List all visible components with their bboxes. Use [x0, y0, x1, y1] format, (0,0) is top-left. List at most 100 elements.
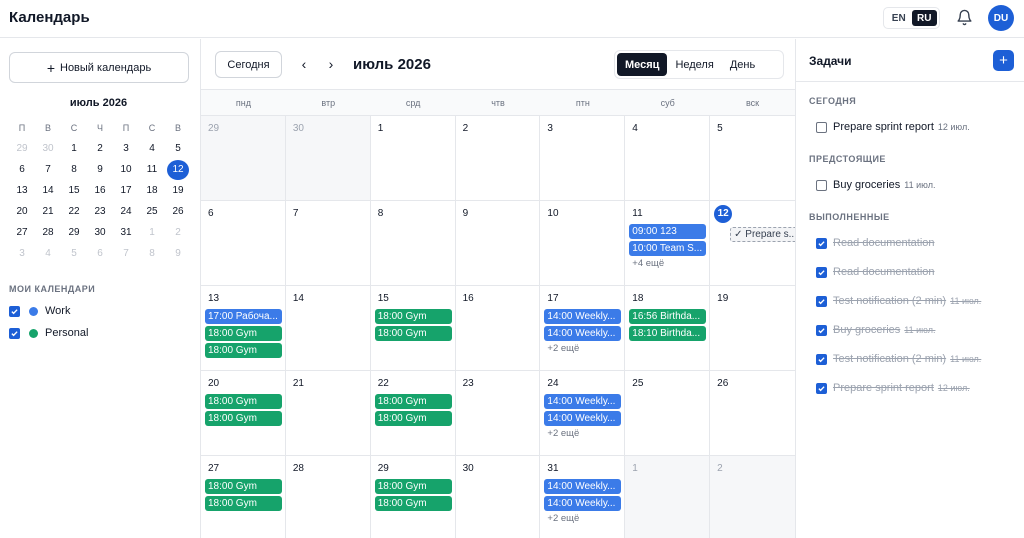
- checkbox-icon[interactable]: [816, 179, 827, 191]
- day-cell[interactable]: 12 ✓ Prepare s...: [710, 201, 795, 286]
- checkbox-checked-icon[interactable]: [816, 295, 827, 307]
- day-cell[interactable]: 28: [286, 456, 371, 538]
- mini-calendar-day[interactable]: 6: [9, 159, 35, 180]
- mini-calendar-day[interactable]: 2: [165, 222, 191, 243]
- day-cell[interactable]: 3: [540, 116, 626, 201]
- view-day-button[interactable]: День: [722, 53, 763, 76]
- more-events-link[interactable]: +2 ещё: [544, 343, 621, 354]
- mini-calendar-day[interactable]: 12: [165, 159, 191, 180]
- task-item[interactable]: Buy groceries 11 июл.: [816, 179, 935, 191]
- task-item[interactable]: Test notification (2 min) 11 июл.: [816, 353, 981, 365]
- mini-calendar-day[interactable]: 22: [61, 201, 87, 222]
- checkbox-checked-icon[interactable]: [9, 305, 20, 317]
- day-cell[interactable]: 31 14:00 Weekly... 14:00 Weekly... +2 ещё: [540, 456, 626, 538]
- day-cell[interactable]: 2: [455, 116, 541, 201]
- day-cell[interactable]: 21: [285, 371, 371, 456]
- day-cell[interactable]: 9: [455, 201, 541, 286]
- event-chip[interactable]: 18:00 Gym: [374, 326, 452, 341]
- mini-calendar-day[interactable]: 24: [113, 201, 139, 222]
- day-cell[interactable]: 29 18:00 Gym 18:00 Gym: [371, 456, 456, 538]
- day-cell[interactable]: 10: [540, 201, 626, 286]
- event-chip[interactable]: 18:00 Gym: [205, 479, 282, 494]
- chevron-right-icon[interactable]: ›: [323, 54, 339, 74]
- day-cell[interactable]: 29: [201, 116, 286, 201]
- event-chip[interactable]: 18:00 Gym: [205, 326, 282, 341]
- task-item[interactable]: Prepare sprint report 12 июл.: [816, 121, 970, 133]
- day-cell[interactable]: 4: [625, 116, 711, 201]
- mini-calendar-day[interactable]: 7: [113, 243, 139, 264]
- event-chip[interactable]: 10:00 Team S...: [629, 241, 707, 256]
- mini-calendar-day[interactable]: 18: [139, 180, 165, 201]
- task-item[interactable]: Prepare sprint report 12 июл.: [816, 382, 970, 394]
- day-cell[interactable]: 18 16:56 Birthda... 18:10 Birthda...: [625, 286, 711, 371]
- mini-calendar-day[interactable]: 8: [139, 243, 165, 264]
- day-cell[interactable]: 30: [456, 456, 541, 538]
- day-cell[interactable]: 16: [455, 286, 541, 371]
- checkbox-checked-icon[interactable]: [816, 324, 827, 336]
- mini-calendar-day[interactable]: 29: [9, 138, 35, 159]
- lang-ru-button[interactable]: RU: [911, 10, 937, 26]
- today-button[interactable]: Сегодня: [215, 51, 282, 78]
- task-item[interactable]: Read documentation: [816, 237, 935, 249]
- mini-calendar-day[interactable]: 13: [9, 180, 35, 201]
- mini-calendar-day[interactable]: 14: [35, 180, 61, 201]
- mini-calendar-day[interactable]: 29: [61, 222, 87, 243]
- event-chip[interactable]: 18:00 Gym: [374, 479, 452, 494]
- task-item[interactable]: Read documentation: [816, 266, 935, 278]
- mini-calendar-day[interactable]: 8: [61, 159, 87, 180]
- checkbox-checked-icon[interactable]: [9, 327, 20, 339]
- event-chip[interactable]: 14:00 Weekly...: [544, 479, 622, 494]
- day-cell[interactable]: 22 18:00 Gym 18:00 Gym: [370, 371, 456, 456]
- mini-calendar-day[interactable]: 6: [87, 243, 113, 264]
- mini-calendar-day[interactable]: 9: [165, 243, 191, 264]
- day-cell[interactable]: 17 14:00 Weekly... 14:00 Weekly... +2 ещё: [540, 286, 626, 371]
- mini-calendar-day[interactable]: 2: [87, 138, 113, 159]
- day-cell[interactable]: 14: [285, 286, 371, 371]
- mini-calendar-day[interactable]: 10: [113, 159, 139, 180]
- lang-en-button[interactable]: EN: [886, 10, 912, 26]
- mini-calendar-day[interactable]: 4: [139, 138, 165, 159]
- mini-calendar-day[interactable]: 5: [61, 243, 87, 264]
- day-cell[interactable]: 19: [710, 286, 795, 371]
- event-chip[interactable]: 09:00 123: [629, 224, 707, 239]
- checkbox-checked-icon[interactable]: [816, 353, 827, 365]
- mini-calendar-day[interactable]: 30: [87, 222, 113, 243]
- event-chip[interactable]: 14:00 Weekly...: [544, 411, 622, 426]
- day-cell[interactable]: 30: [285, 116, 371, 201]
- mini-calendar-day[interactable]: 7: [35, 159, 61, 180]
- mini-calendar-day[interactable]: 31: [113, 222, 139, 243]
- checkbox-icon[interactable]: [816, 121, 827, 133]
- event-chip[interactable]: 18:00 Gym: [374, 496, 452, 511]
- mini-calendar-day[interactable]: 4: [35, 243, 61, 264]
- day-cell[interactable]: 2: [710, 456, 795, 538]
- day-cell[interactable]: 1: [625, 456, 711, 538]
- mini-calendar-day[interactable]: 16: [87, 180, 113, 201]
- mini-calendar-day[interactable]: 19: [165, 180, 191, 201]
- task-item[interactable]: Buy groceries 11 июл.: [816, 324, 935, 336]
- day-cell[interactable]: 11 09:00 123 10:00 Team S... +4 ещё: [625, 201, 711, 286]
- mini-calendar-day[interactable]: 26: [165, 201, 191, 222]
- more-events-link[interactable]: +2 ещё: [544, 428, 621, 439]
- event-chip[interactable]: 14:00 Weekly...: [544, 326, 622, 341]
- day-cell[interactable]: 24 14:00 Weekly... 14:00 Weekly... +2 ещё: [540, 371, 626, 456]
- mini-calendar-day[interactable]: 21: [35, 201, 61, 222]
- day-cell[interactable]: 25: [625, 371, 711, 456]
- mini-calendar-day[interactable]: 5: [165, 138, 191, 159]
- mini-calendar-day[interactable]: 20: [9, 201, 35, 222]
- calendar-item-personal[interactable]: Personal: [9, 327, 88, 339]
- mini-calendar-day[interactable]: 1: [139, 222, 165, 243]
- event-chip[interactable]: 14:00 Weekly...: [544, 496, 622, 511]
- day-cell[interactable]: 15 18:00 Gym 18:00 Gym: [370, 286, 456, 371]
- day-cell[interactable]: 13 17:00 Рабоча... 18:00 Gym 18:00 Gym: [201, 286, 286, 371]
- mini-calendar-day[interactable]: 30: [35, 138, 61, 159]
- event-chip[interactable]: 18:00 Gym: [374, 309, 452, 324]
- event-chip[interactable]: 14:00 Weekly...: [544, 309, 622, 324]
- event-chip[interactable]: 18:00 Gym: [205, 496, 282, 511]
- event-chip[interactable]: 17:00 Рабоча...: [205, 309, 282, 324]
- calendar-item-work[interactable]: Work: [9, 305, 70, 317]
- event-chip[interactable]: 16:56 Birthda...: [629, 309, 707, 324]
- event-chip[interactable]: 18:00 Gym: [205, 343, 282, 358]
- mini-calendar-day[interactable]: 3: [9, 243, 35, 264]
- day-cell[interactable]: 23: [455, 371, 541, 456]
- more-events-link[interactable]: +2 ещё: [544, 513, 621, 524]
